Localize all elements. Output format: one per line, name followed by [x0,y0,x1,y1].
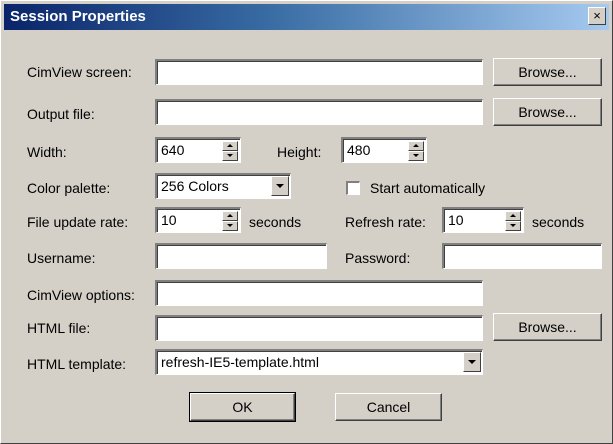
cimview-options-label: CimView options: [27,287,135,303]
refresh-rate-unit: seconds [532,214,585,230]
cimview-options-input[interactable] [155,280,483,306]
ok-button[interactable]: OK [189,392,296,422]
file-update-rate-spin-down[interactable] [222,221,238,231]
refresh-rate-value: 10 [448,212,464,228]
width-spin-up[interactable] [222,141,238,151]
start-automatically-checkbox[interactable] [346,181,360,195]
file-update-rate-spinner[interactable]: 10 [155,207,241,233]
width-spin-down[interactable] [222,151,238,161]
arrow-down-icon [413,154,419,157]
color-palette-dropdown-button[interactable] [271,176,289,196]
cancel-button[interactable]: Cancel [335,393,442,421]
refresh-rate-spin-up[interactable] [505,211,521,221]
title-bar: Session Properties × [4,4,609,30]
cimview-screen-input[interactable] [155,59,483,85]
username-input[interactable] [155,243,327,269]
chevron-down-icon [276,184,284,188]
start-automatically-label[interactable]: Start automatically [370,179,485,197]
width-label: Width: [27,144,67,160]
arrow-down-icon [227,154,233,157]
height-spinner[interactable]: 480 [341,137,427,163]
color-palette-value: 256 Colors [161,178,229,194]
output-file-input[interactable] [155,99,483,125]
file-update-rate-value: 10 [161,212,177,228]
arrow-down-icon [227,224,233,227]
height-spin-down[interactable] [408,151,424,161]
file-update-rate-spin-buttons[interactable] [222,211,238,231]
arrow-up-icon [510,214,516,217]
close-icon: × [593,8,601,23]
html-template-dropdown-button[interactable] [463,352,481,372]
file-update-rate-unit: seconds [249,214,302,230]
height-spin-buttons[interactable] [408,141,424,161]
password-input[interactable] [442,243,602,269]
width-spinner[interactable]: 640 [155,137,241,163]
html-file-browse-button[interactable]: Browse... [493,313,602,341]
html-file-input[interactable] [155,315,483,341]
color-palette-select[interactable]: 256 Colors [155,173,291,199]
chevron-down-icon [468,360,476,364]
width-value: 640 [161,142,185,158]
username-label: Username: [27,250,96,266]
height-label: Height: [277,144,322,160]
arrow-down-icon [510,224,516,227]
session-properties-dialog: Session Properties × CimView screen: Bro… [0,0,613,444]
cimview-screen-browse-button[interactable]: Browse... [493,58,602,86]
password-label: Password: [345,250,411,266]
refresh-rate-spinner[interactable]: 10 [442,207,524,233]
color-palette-label: Color palette: [27,180,111,196]
refresh-rate-spin-down[interactable] [505,221,521,231]
height-value: 480 [347,142,371,158]
html-template-label: HTML template: [27,356,127,372]
width-spin-buttons[interactable] [222,141,238,161]
height-spin-up[interactable] [408,141,424,151]
window-title: Session Properties [10,8,146,25]
close-button[interactable]: × [588,7,606,25]
arrow-up-icon [413,144,419,147]
refresh-rate-spin-buttons[interactable] [505,211,521,231]
arrow-up-icon [227,214,233,217]
html-template-select[interactable]: refresh-IE5-template.html [155,349,483,375]
arrow-up-icon [227,144,233,147]
file-update-rate-label: File update rate: [27,214,129,230]
output-file-label: Output file: [27,106,95,122]
html-file-label: HTML file: [27,320,91,336]
output-file-browse-button[interactable]: Browse... [493,98,602,126]
file-update-rate-spin-up[interactable] [222,211,238,221]
refresh-rate-label: Refresh rate: [345,214,426,230]
html-template-value: refresh-IE5-template.html [161,354,319,370]
cimview-screen-label: CimView screen: [27,64,132,80]
